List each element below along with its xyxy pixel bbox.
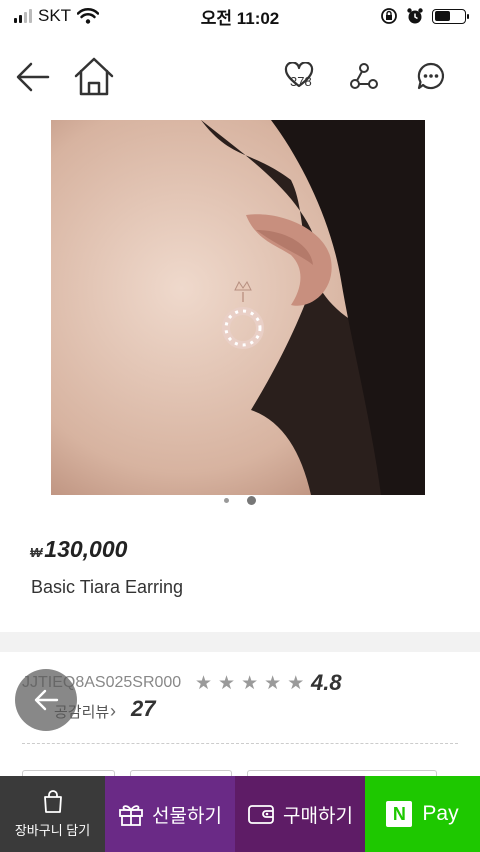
rating-value: 4.8	[311, 670, 342, 695]
chat-icon	[417, 62, 445, 90]
earring-photo	[51, 120, 425, 495]
product-image[interactable]	[51, 120, 425, 495]
star-icon: ★	[264, 673, 282, 694]
section-separator	[0, 632, 480, 652]
star-icon: ★	[195, 673, 213, 694]
star-icon: ★	[287, 673, 305, 694]
star-icon: ★	[218, 673, 236, 694]
rating-stars: ★ ★ ★ ★ ★	[195, 674, 304, 694]
product-price: ₩ 130,000	[30, 536, 127, 563]
buy-button[interactable]: 구매하기	[235, 776, 365, 852]
naver-pay-button[interactable]: N Pay	[365, 776, 480, 852]
back-button[interactable]	[14, 58, 52, 96]
share-icon	[350, 63, 378, 89]
chat-button[interactable]	[413, 58, 449, 94]
naver-n-logo: N	[386, 801, 413, 827]
pay-label: Pay	[422, 802, 459, 825]
gift-button[interactable]: 선물하기	[105, 776, 235, 852]
buy-label: 구매하기	[283, 805, 353, 827]
back-arrow-icon	[16, 62, 50, 92]
add-to-cart-button[interactable]: 장바구니 담기	[0, 776, 105, 852]
alarm-icon	[407, 8, 423, 24]
status-bar: SKT 오전 11:02	[0, 0, 480, 32]
home-button[interactable]	[72, 54, 116, 98]
review-count: 27	[131, 696, 156, 721]
price-amount: 130,000	[44, 536, 128, 562]
bottom-action-bar: 장바구니 담기 선물하기 구매하기 N Pay	[0, 776, 480, 852]
like-count: 378	[290, 74, 312, 89]
product-name: Basic Tiara Earring	[31, 577, 184, 597]
home-icon	[74, 57, 114, 96]
gift-label: 선물하기	[152, 805, 222, 827]
shopping-bag-icon	[43, 789, 62, 813]
carrier-label: SKT	[38, 6, 72, 25]
cart-label: 장바구니 담기	[14, 822, 91, 838]
dashed-divider	[22, 743, 458, 744]
star-icon: ★	[241, 673, 259, 694]
gallery-indicator[interactable]	[0, 496, 480, 505]
gallery-dot-active[interactable]	[247, 496, 256, 505]
rotation-lock-icon	[381, 8, 397, 24]
nav-bar	[0, 40, 480, 112]
gallery-dot[interactable]	[224, 498, 229, 503]
back-arrow-icon	[34, 689, 59, 711]
battery-icon	[432, 8, 469, 24]
signal-icon	[14, 9, 32, 23]
currency-symbol: ₩	[30, 545, 43, 560]
gift-icon	[119, 805, 143, 826]
wallet-icon	[248, 805, 274, 824]
floating-back-button[interactable]	[15, 669, 77, 731]
chevron-right-icon[interactable]: ›	[110, 701, 116, 722]
share-button[interactable]	[346, 58, 382, 94]
status-left: SKT	[14, 6, 100, 26]
status-right	[380, 7, 469, 25]
wifi-icon	[77, 8, 100, 24]
